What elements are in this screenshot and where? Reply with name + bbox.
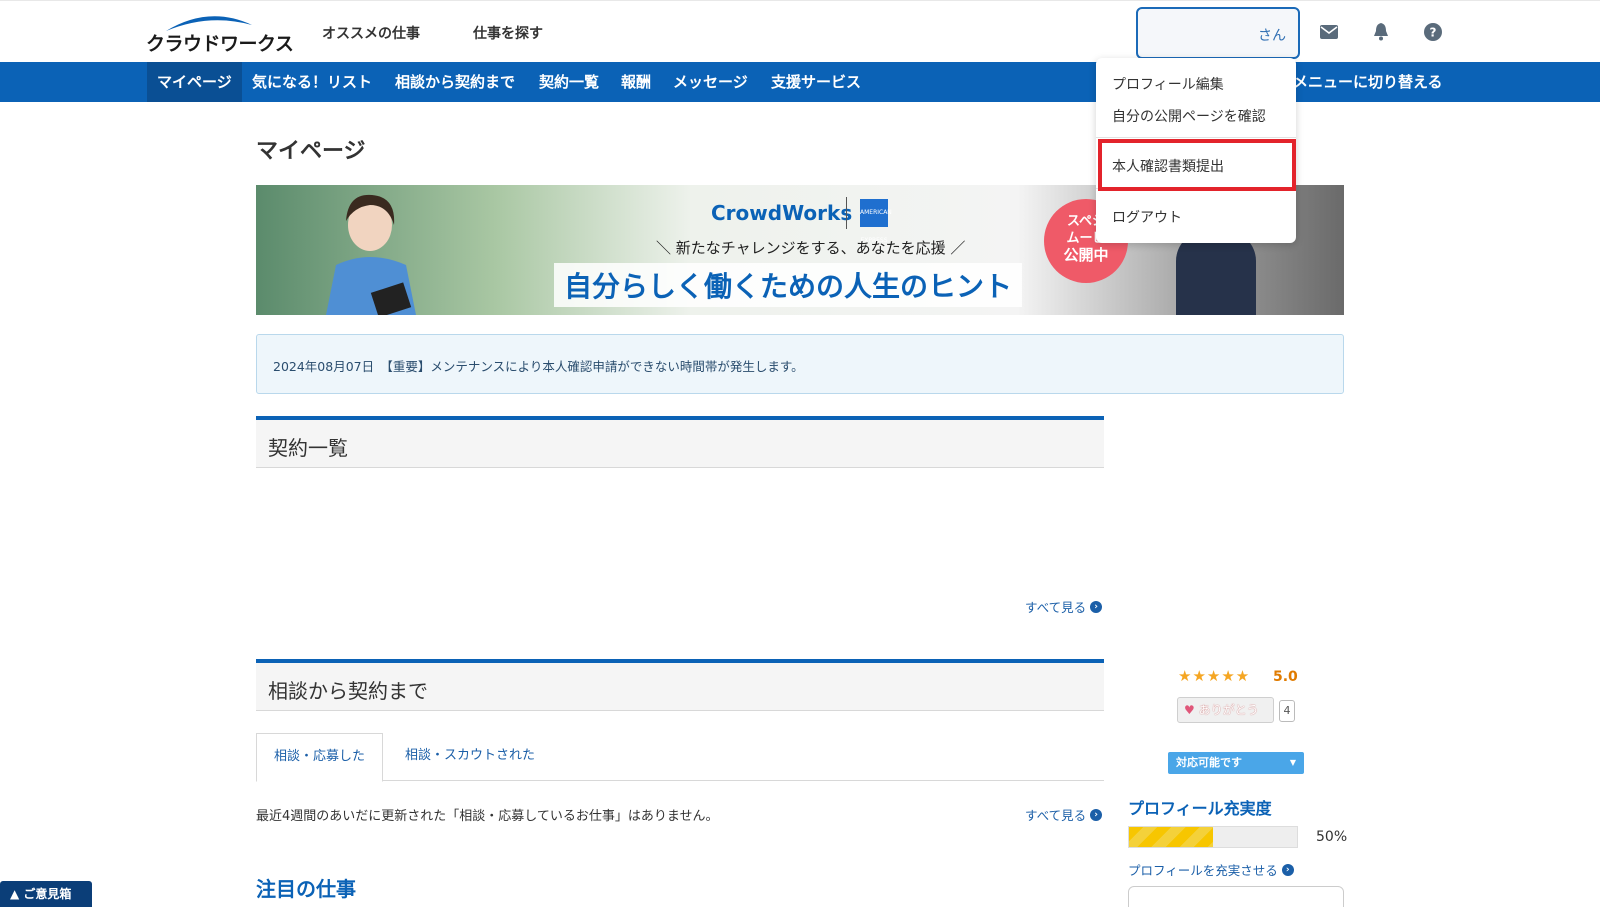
notice-box[interactable]: 2024年08月07日 【重要】メンテナンスにより本人確認申請ができない時間帯が… xyxy=(256,334,1344,394)
banner-headline: 自分らしく働くための人生のヒント xyxy=(554,263,1023,307)
consultation-tabs: 相談・応募した 相談・スカウトされた xyxy=(256,733,1104,782)
consultation-see-all-link[interactable]: すべて見る › xyxy=(1025,805,1103,824)
help-icon[interactable]: ? xyxy=(1422,21,1444,43)
tab-applied[interactable]: 相談・応募した xyxy=(256,733,384,782)
page-title: マイページ xyxy=(256,139,366,164)
mail-icon[interactable] xyxy=(1318,21,1340,43)
navbar-item-messages[interactable]: メッセージ xyxy=(673,62,748,102)
availability-select[interactable]: 対応可能です ▼ xyxy=(1168,752,1304,774)
navbar-item-support[interactable]: 支援サービス xyxy=(771,62,861,102)
bell-icon[interactable] xyxy=(1370,21,1392,43)
thanks-count: 4 xyxy=(1279,700,1295,722)
highlight-box xyxy=(1098,139,1296,191)
amex-logo-icon: AMERICAN EXPRESS xyxy=(860,199,892,244)
tab-scouted[interactable]: 相談・スカウトされた xyxy=(388,733,552,781)
main-navbar: マイページ 気になる！リスト 相談から契約まで 契約一覧 報酬 メッセージ 支援… xyxy=(0,62,1600,102)
user-name-suffix: さん xyxy=(1258,28,1286,44)
caret-down-icon: ▼ xyxy=(1289,758,1296,767)
complete-profile-link[interactable]: プロフィールを充実させる › xyxy=(1128,860,1294,879)
banner-brand: CrowdWorks xyxy=(711,201,853,225)
section-contracts-header: 契約一覧 xyxy=(256,416,1104,468)
profile-completeness-title: プロフィール充実度 xyxy=(1128,799,1272,818)
rating-stars: ★★★★★ xyxy=(1178,667,1251,685)
nav-recommended-jobs[interactable]: オススメの仕事 xyxy=(322,23,420,43)
nav-find-jobs[interactable]: 仕事を探す xyxy=(473,23,543,43)
woman-photo-image xyxy=(326,194,416,315)
profile-progress-fill xyxy=(1129,827,1213,847)
banner-subcopy: ＼ 新たなチャレンジをする、あなたを応援 ／ xyxy=(656,239,966,257)
featured-jobs-title: 注目の仕事 xyxy=(256,877,356,901)
crowdworks-logo[interactable]: クラウドワークス xyxy=(146,11,294,55)
man-photo-image xyxy=(1176,231,1256,315)
arrow-right-icon: › xyxy=(1090,808,1103,821)
menu-item-logout[interactable]: ログアウト xyxy=(1112,207,1182,227)
arrow-right-icon: › xyxy=(1281,863,1294,876)
top-header: クラウドワークス オススメの仕事 仕事を探す さん ? xyxy=(0,0,1600,62)
notice-text[interactable]: 2024年08月07日 【重要】メンテナンスにより本人確認申請ができない時間帯が… xyxy=(273,356,804,375)
profile-progress-bar xyxy=(1128,826,1298,848)
contracts-see-all-link[interactable]: すべて見る › xyxy=(1025,597,1103,616)
menu-item-edit-profile[interactable]: プロフィール編集 xyxy=(1112,74,1224,94)
menu-item-view-public-page[interactable]: 自分の公開ページを確認 xyxy=(1112,106,1266,126)
menu-divider xyxy=(1096,137,1296,138)
section-consultation-title: 相談から契約まで xyxy=(268,679,428,703)
arrow-right-icon: › xyxy=(1090,600,1103,613)
navbar-item-mypage[interactable]: マイページ xyxy=(147,62,242,102)
profile-progress-value: 50% xyxy=(1316,829,1348,845)
navbar-item-contracts[interactable]: 契約一覧 xyxy=(539,62,599,102)
empty-message: 最近4週間のあいだに更新された「相談・応募しているお仕事」はありません。 xyxy=(256,809,719,824)
navbar-switch-menu[interactable]: メニューに切り替える xyxy=(1293,62,1443,102)
sidebar-card xyxy=(1128,886,1344,907)
section-consultation-header: 相談から契約まで xyxy=(256,659,1104,711)
banner-divider xyxy=(846,197,847,229)
thanks-button[interactable]: ♥ ありがとう xyxy=(1177,697,1274,723)
rating-value: 5.0 xyxy=(1273,669,1298,685)
section-contracts-title: 契約一覧 xyxy=(268,436,348,460)
navbar-item-consultation[interactable]: 相談から契約まで xyxy=(395,62,515,102)
heart-icon: ♥ xyxy=(1184,703,1195,717)
svg-text:?: ? xyxy=(1430,26,1437,40)
user-menu-button[interactable]: さん xyxy=(1136,7,1300,59)
feedback-button[interactable]: ▲ ご意見箱 xyxy=(0,881,92,907)
navbar-item-rewards[interactable]: 報酬 xyxy=(621,62,651,102)
navbar-item-watchlist[interactable]: 気になる！リスト xyxy=(252,62,372,102)
